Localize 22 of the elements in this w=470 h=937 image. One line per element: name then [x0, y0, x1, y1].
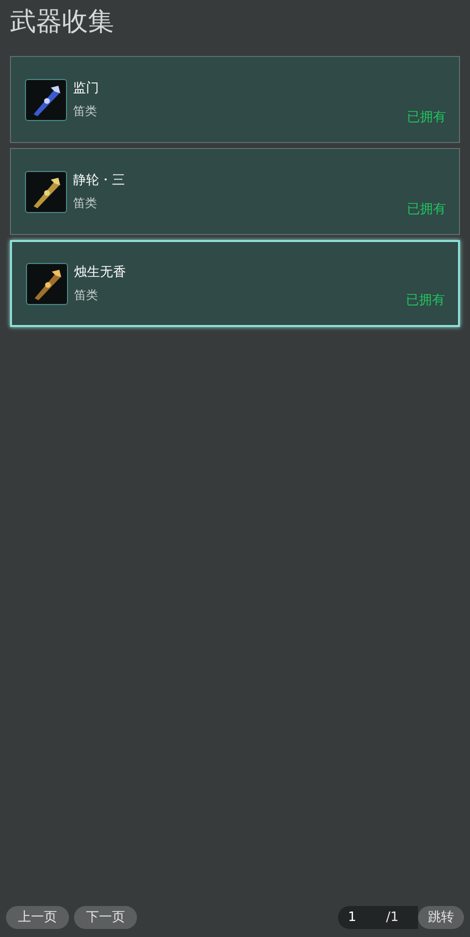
weapon-card[interactable]: 烛生无香 笛类 已拥有	[10, 240, 460, 327]
weapon-name: 监门	[73, 80, 99, 98]
page-total: /1	[386, 908, 399, 927]
jump-button[interactable]: 跳转	[418, 906, 464, 929]
page-title: 武器收集	[9, 6, 115, 39]
next-page-button[interactable]: 下一页	[74, 906, 137, 929]
page-input[interactable]: 1	[338, 908, 378, 928]
weapon-category: 笛类	[73, 195, 98, 212]
previous-page-button[interactable]: 上一页	[6, 906, 69, 929]
weapon-icon	[25, 78, 67, 120]
weapon-name: 静轮・三	[73, 172, 125, 190]
weapon-name: 烛生无香	[74, 264, 126, 282]
weapon-card[interactable]: 静轮・三 笛类 已拥有	[10, 148, 460, 235]
weapon-category: 笛类	[73, 103, 98, 120]
weapon-icon	[25, 170, 67, 212]
weapon-card[interactable]: 监门 笛类 已拥有	[10, 56, 460, 143]
page-number-field[interactable]: 1 /1	[338, 906, 418, 929]
owned-status: 已拥有	[407, 108, 446, 126]
weapon-category: 笛类	[74, 287, 99, 304]
owned-status: 已拥有	[406, 292, 445, 310]
weapon-icon	[26, 262, 68, 304]
owned-status: 已拥有	[407, 200, 446, 218]
